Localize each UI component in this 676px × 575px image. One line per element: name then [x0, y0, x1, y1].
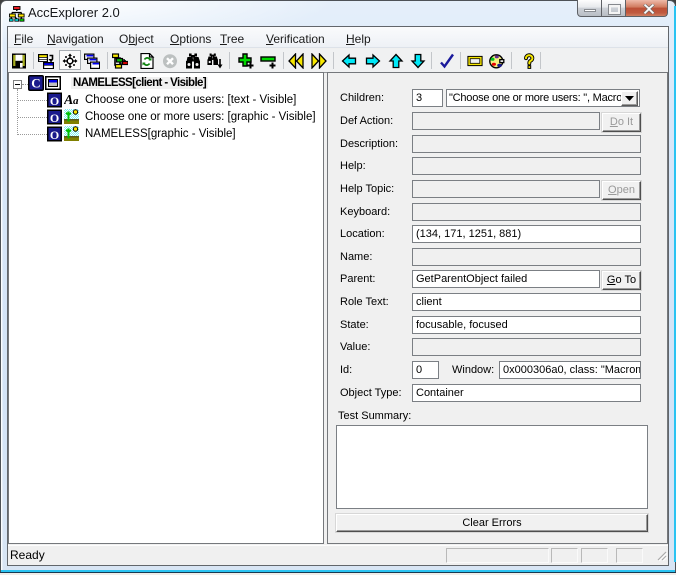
svg-text:a: a — [73, 95, 79, 107]
svg-text:C: C — [31, 76, 40, 91]
svg-text:O: O — [50, 94, 59, 108]
svg-text:A: A — [64, 93, 73, 108]
svg-text:O: O — [50, 111, 59, 125]
svg-text:O: O — [50, 128, 59, 142]
